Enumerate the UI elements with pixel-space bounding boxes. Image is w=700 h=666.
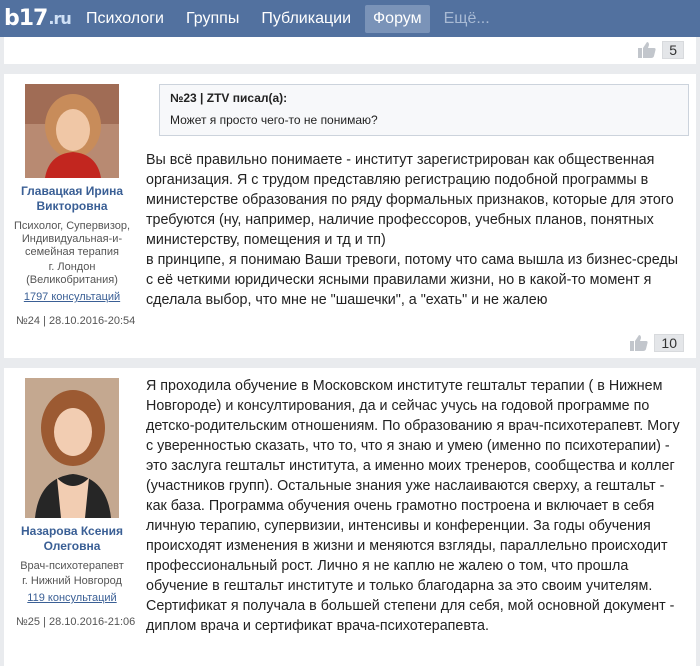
author-location: г. Лондон (Великобритания) xyxy=(26,261,118,286)
nav-item-psychologists[interactable]: Психологи xyxy=(78,5,172,33)
author-specialization: Психолог, Супервизор, Индивидуальная-и-с… xyxy=(13,220,131,258)
quote-block: №23 | ZTV писал(а): Может я просто чего-… xyxy=(159,84,689,136)
nav-item-forum[interactable]: Форум xyxy=(365,4,430,33)
like-count: 10 xyxy=(654,334,684,352)
forum-post-24: Главацкая Ирина Викторовна Психолог, Суп… xyxy=(4,74,696,358)
logo-tld: .ru xyxy=(48,9,71,28)
logo-text: b17 xyxy=(4,6,48,31)
consultations-link[interactable]: 1797 консультаций xyxy=(24,291,120,303)
author-avatar[interactable] xyxy=(25,84,119,178)
quote-author: №23 | ZTV писал(а): xyxy=(170,91,288,105)
thumbs-up-icon xyxy=(630,335,649,351)
nav-item-groups[interactable]: Группы xyxy=(178,5,247,33)
thumbs-up-icon xyxy=(638,42,656,58)
nav-item-more[interactable]: Ещё... xyxy=(436,5,498,33)
like-count: 5 xyxy=(662,41,684,59)
post-author: Назарова Ксения Олеговна Врач-психотерап… xyxy=(4,378,140,628)
like-widget[interactable]: 5 xyxy=(638,41,684,59)
post-author: Главацкая Ирина Викторовна Психолог, Суп… xyxy=(4,84,140,327)
like-widget[interactable]: 10 xyxy=(630,334,684,352)
post-number-date[interactable]: №24 | 28.10.2016-20:54 xyxy=(4,315,140,327)
author-name[interactable]: Главацкая Ирина Викторовна xyxy=(4,184,140,214)
post-body: Вы всё правильно понимаете - институт за… xyxy=(146,152,679,308)
nav-item-publications[interactable]: Публикации xyxy=(253,5,359,33)
quote-text: Может я просто чего-то не понимаю? xyxy=(170,113,378,127)
author-specialization: Врач-психотерапевт xyxy=(20,560,124,572)
author-name[interactable]: Назарова Ксения Олеговна xyxy=(4,524,140,554)
post-number-date[interactable]: №25 | 28.10.2016-21:06 xyxy=(4,616,140,628)
previous-post: 5 xyxy=(4,37,696,64)
top-navigation: b17 .ru Психологи Группы Публикации Форум… xyxy=(0,0,700,37)
author-avatar[interactable] xyxy=(25,378,119,518)
forum-post-25: Назарова Ксения Олеговна Врач-психотерап… xyxy=(4,368,696,666)
site-logo[interactable]: b17 .ru xyxy=(0,0,78,37)
consultations-link[interactable]: 119 консультаций xyxy=(27,592,116,604)
author-location: г. Нижний Новгород xyxy=(22,575,122,587)
post-body: Я проходила обучение в Московском инстит… xyxy=(146,378,680,634)
